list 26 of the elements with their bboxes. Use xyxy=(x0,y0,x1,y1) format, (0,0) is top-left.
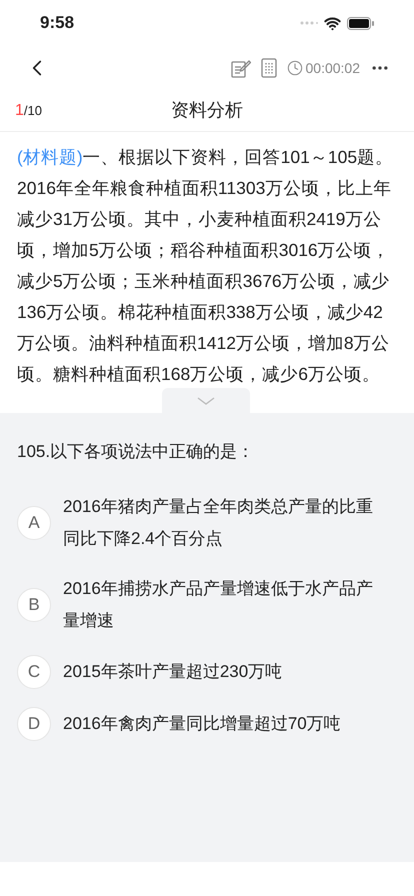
timer: 00:00:02 xyxy=(306,58,360,78)
option-letter: D xyxy=(17,706,51,740)
clock-icon xyxy=(286,60,302,76)
option-text: 2016年捕捞水产品产量增速低于水产品产量增速 xyxy=(63,578,374,632)
question-stem: 105.以下各项说法中正确的是： xyxy=(17,441,256,463)
battery-icon xyxy=(347,16,374,30)
option-text: 2015年茶叶产量超过230万吨 xyxy=(63,660,284,682)
collapse-handle[interactable] xyxy=(162,388,250,413)
answer-option[interactable]: C 2015年茶叶产量超过230万吨 xyxy=(17,654,397,688)
option-text: 2016年禽肉产量同比增量超过70万吨 xyxy=(63,712,342,734)
question-counter: 1/10 xyxy=(15,100,42,120)
answer-sheet-icon[interactable] xyxy=(260,58,276,78)
chevron-down-icon xyxy=(197,396,215,404)
signal-icon xyxy=(300,21,318,25)
answer-option[interactable]: A 2016年猪肉产量占全年肉类总产量的比重同比下降2.4个百分点 xyxy=(17,490,397,554)
option-letter: C xyxy=(17,654,51,688)
status-time: 9:58 xyxy=(40,12,74,34)
option-letter: A xyxy=(17,506,51,540)
option-text: 2016年猪肉产量占全年肉类总产量的比重同比下降2.4个百分点 xyxy=(63,496,374,550)
wifi-icon xyxy=(324,14,341,32)
page-title: 资料分析 xyxy=(171,99,243,122)
answer-option[interactable]: D 2016年禽肉产量同比增量超过70万吨 xyxy=(17,706,397,740)
note-edit-icon[interactable] xyxy=(230,58,250,78)
option-letter: B xyxy=(17,588,51,622)
passage-text: (材料题)一、根据以下资料，回答101～105题。2016年全年粮食种植面积11303万公顷，比上年减少31万公顷。其中，小麦种植面积2419万公顷，增加5万公顷；稻谷种植面积3016万公顷，减少5万公顷；玉米种植面积3676万公顷，减少136万公顷。棉花种植面积338万公顷，减少42万公顷。油料种植面积1412万公顷，增加8万公顷。糖料种植面积168万公顷，减少6万公顷。 xyxy=(17,146,394,386)
answer-option[interactable]: B 2016年捕捞水产品产量增速低于水产品产量增速 xyxy=(17,572,397,636)
